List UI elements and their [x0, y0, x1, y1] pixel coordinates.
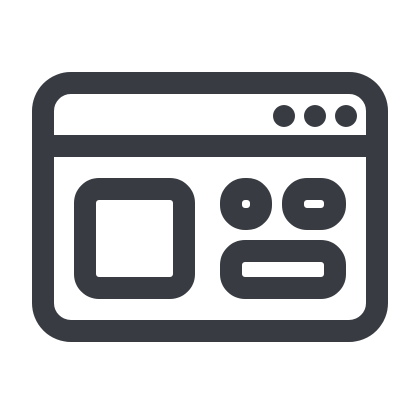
window-dot-3: [335, 105, 357, 127]
window-dot-1: [273, 105, 295, 127]
window-dot-2: [304, 105, 326, 127]
icon-canvas: [0, 0, 420, 420]
content-block-large: [74, 178, 195, 299]
content-block-small-1: [220, 178, 272, 230]
browser-window-layout-icon: [32, 72, 388, 342]
content-bar-wide: [220, 240, 346, 299]
content-block-small-2: [282, 178, 346, 230]
